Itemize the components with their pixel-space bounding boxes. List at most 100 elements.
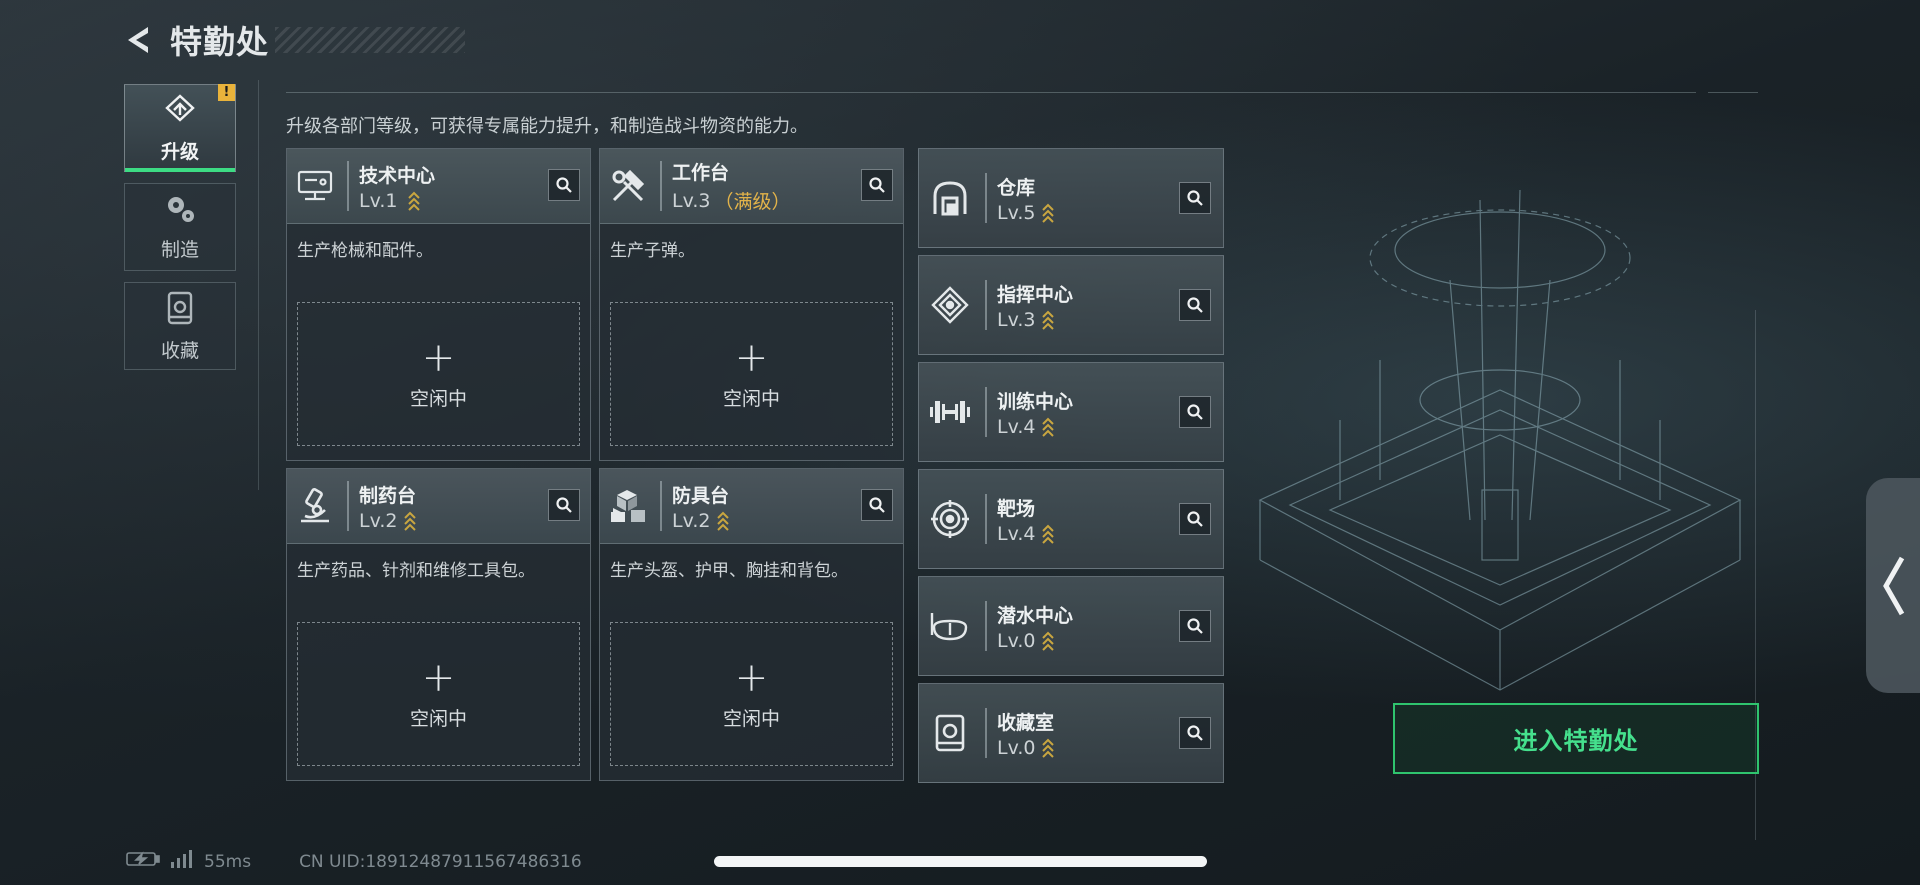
production-slot[interactable]: + 空闲中 — [610, 302, 893, 446]
card-level: Lv.2 — [672, 510, 730, 532]
monitor-icon — [287, 149, 343, 224]
slot-label: 空闲中 — [409, 707, 467, 730]
level-text: Lv.0 — [997, 736, 1036, 759]
nav-item-craft[interactable]: 制造 — [124, 183, 236, 271]
search-button[interactable] — [1179, 610, 1211, 642]
dumbbell-icon — [919, 362, 981, 462]
card-level: Lv.0 — [997, 737, 1055, 759]
home-indicator[interactable] — [714, 856, 1207, 867]
level-up-chevron-icon — [1041, 416, 1055, 438]
facility-card-collection-room[interactable]: 收藏室 Lv.0 — [918, 683, 1224, 783]
side-nav: ! 升级 制造 收藏 — [124, 84, 236, 381]
plus-icon: + — [421, 654, 456, 701]
ping-value: 55ms — [204, 851, 252, 872]
card-header: 技术中心 Lv.1 — [287, 149, 590, 224]
enter-button-label: 进入特勤处 — [1513, 727, 1639, 755]
card-title: 潜水中心 — [997, 604, 1074, 627]
plus-icon: + — [421, 334, 456, 381]
plus-icon: + — [734, 654, 769, 701]
workshop-card-workbench: 工作台 Lv.3 （满级） 生产子弹。 + 空闲中 — [599, 148, 904, 461]
separator — [985, 601, 987, 651]
search-icon — [869, 497, 885, 513]
level-text: Lv.1 — [359, 189, 398, 212]
card-level: Lv.5 — [997, 202, 1055, 224]
search-icon — [1187, 404, 1203, 420]
card-level: Lv.0 — [997, 630, 1073, 652]
production-slot[interactable]: + 空闲中 — [610, 622, 893, 766]
level-text: Lv.2 — [359, 509, 398, 532]
workshop-card-pharmacy: 制药台 Lv.2 生产药品、针剂和维修工具包。 + 空闲中 — [286, 468, 591, 781]
microscope-icon — [287, 469, 343, 544]
card-description: 生产头盔、护甲、胸挂和背包。 — [610, 561, 848, 581]
level-up-chevron-icon — [1041, 309, 1055, 331]
diving-mask-icon — [919, 576, 981, 676]
divider — [1708, 92, 1758, 93]
card-level: Lv.4 — [997, 523, 1055, 545]
workshop-card-armor: 防具台 Lv.2 生产头盔、护甲、胸挂和背包。 + 空闲中 — [599, 468, 904, 781]
nav-label: 升级 — [160, 140, 199, 163]
collection-icon — [919, 683, 981, 783]
nav-label: 制造 — [160, 238, 199, 261]
search-icon — [556, 497, 572, 513]
card-level: Lv.4 — [997, 416, 1073, 438]
search-button[interactable] — [548, 169, 580, 201]
level-up-chevron-icon — [1041, 523, 1055, 545]
level-up-chevron-icon — [403, 510, 417, 532]
search-button[interactable] — [861, 489, 893, 521]
card-header: 工作台 Lv.3 （满级） — [600, 149, 903, 224]
chevron-left-icon — [1883, 556, 1905, 615]
level-text: Lv.4 — [997, 522, 1036, 545]
workshop-card-tech: 技术中心 Lv.1 生产枪械和配件。 + 空闲中 — [286, 148, 591, 461]
card-title: 收藏室 — [997, 711, 1055, 734]
production-slot[interactable]: + 空闲中 — [297, 622, 580, 766]
card-title: 靶场 — [997, 497, 1036, 520]
command-icon — [919, 255, 981, 355]
facility-card-warehouse[interactable]: 仓库 Lv.5 — [918, 148, 1224, 248]
card-title: 仓库 — [997, 176, 1036, 199]
search-button[interactable] — [1179, 182, 1211, 214]
level-text: Lv.3 — [997, 308, 1036, 331]
level-up-chevron-icon — [716, 510, 730, 532]
separator — [347, 161, 349, 211]
slot-label: 空闲中 — [722, 707, 780, 730]
search-button[interactable] — [1179, 289, 1211, 321]
plus-icon: + — [734, 334, 769, 381]
card-header: 防具台 Lv.2 — [600, 469, 903, 544]
page-title: 特勤处 — [170, 23, 270, 61]
nav-item-upgrade[interactable]: ! 升级 — [124, 84, 236, 172]
card-level: Lv.2 — [359, 510, 417, 532]
separator — [660, 481, 662, 531]
separator — [985, 494, 987, 544]
facility-card-command[interactable]: 指挥中心 Lv.3 — [918, 255, 1224, 355]
base-hologram-illustration — [1258, 189, 1742, 691]
separator — [985, 280, 987, 330]
facility-card-diving[interactable]: 潜水中心 Lv.0 — [918, 576, 1224, 676]
card-title: 训练中心 — [997, 390, 1074, 413]
facility-card-range[interactable]: 靶场 Lv.4 — [918, 469, 1224, 569]
search-button[interactable] — [1179, 717, 1211, 749]
level-up-chevron-icon — [1041, 630, 1055, 652]
side-drawer-handle[interactable] — [1866, 478, 1920, 693]
back-arrow-icon[interactable] — [120, 21, 158, 59]
nav-label: 收藏 — [160, 339, 199, 362]
status-bar: 55ms CN UID:18912487911567486316 — [126, 850, 582, 873]
level-text: Lv.2 — [672, 509, 711, 532]
enter-special-ops-button[interactable]: 进入特勤处 — [1393, 703, 1759, 774]
search-button[interactable] — [548, 489, 580, 521]
card-level: Lv.3 （满级） — [672, 187, 791, 214]
card-title: 技术中心 — [359, 164, 436, 187]
facility-card-training[interactable]: 训练中心 Lv.4 — [918, 362, 1224, 462]
search-button[interactable] — [861, 169, 893, 201]
separator — [985, 387, 987, 437]
search-button[interactable] — [1179, 503, 1211, 535]
warehouse-icon — [919, 148, 981, 248]
cubes-icon — [600, 469, 656, 544]
search-button[interactable] — [1179, 396, 1211, 428]
production-slot[interactable]: + 空闲中 — [297, 302, 580, 446]
search-icon — [869, 177, 885, 193]
separator — [985, 708, 987, 758]
card-title: 制药台 — [359, 484, 417, 507]
nav-item-collection[interactable]: 收藏 — [124, 282, 236, 370]
search-icon — [1187, 725, 1203, 741]
separator — [347, 481, 349, 531]
